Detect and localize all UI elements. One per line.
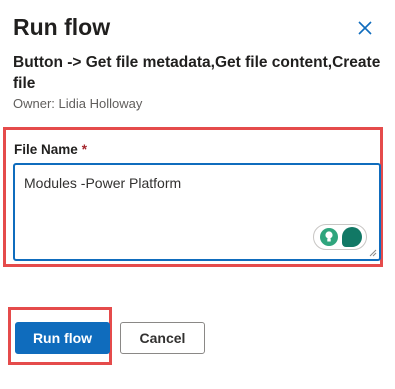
lightbulb-icon[interactable]: [320, 228, 338, 246]
run-flow-panel: Run flow Button -> Get file metadata,Get…: [0, 0, 395, 389]
run-flow-button[interactable]: Run flow: [15, 322, 110, 354]
resize-handle-icon[interactable]: [368, 248, 377, 257]
panel-title: Run flow: [13, 14, 111, 40]
file-name-label: File Name *: [14, 142, 87, 157]
copilot-suggestion-control[interactable]: [313, 224, 367, 250]
flow-owner: Owner: Lidia Holloway: [13, 96, 143, 111]
copilot-chat-icon[interactable]: [342, 227, 362, 247]
close-icon[interactable]: [357, 20, 373, 36]
file-name-input[interactable]: Modules -Power Platform: [13, 163, 381, 261]
flow-steps-subtitle: Button -> Get file metadata,Get file con…: [13, 54, 381, 92]
required-marker: *: [81, 142, 88, 157]
file-name-label-text: File Name: [14, 142, 78, 157]
file-name-value[interactable]: Modules -Power Platform: [24, 175, 181, 191]
cancel-button[interactable]: Cancel: [120, 322, 205, 354]
